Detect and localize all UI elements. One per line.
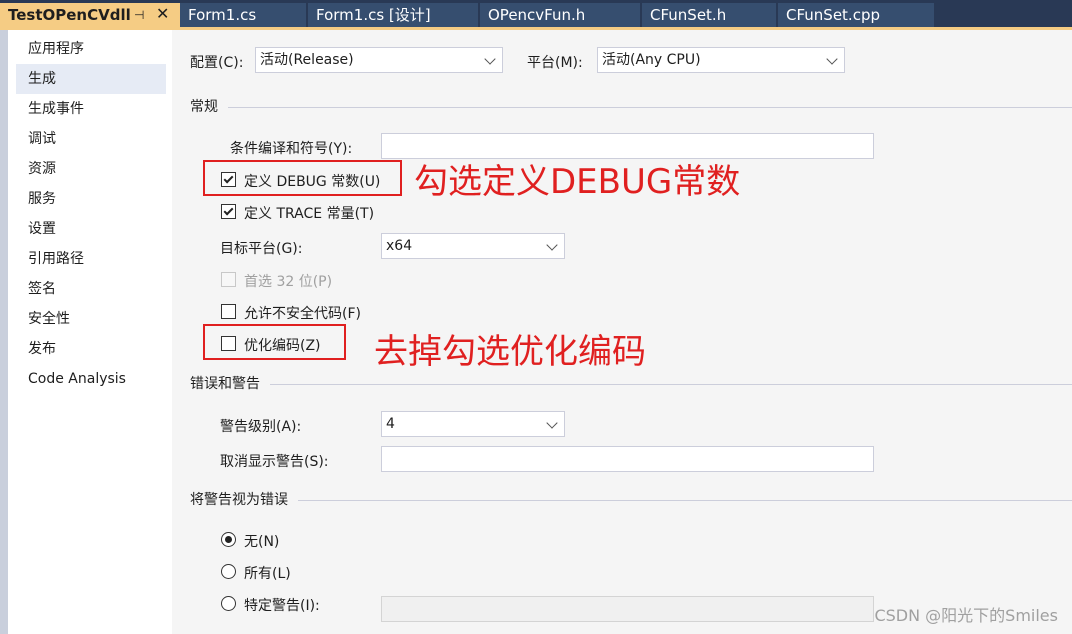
property-page-sidebar: 应用程序 生成 生成事件 调试 资源 服务 设置 引用路径 签名 安全性 发布 … (8, 30, 172, 634)
platform-value: 活动(Any CPU) (602, 52, 701, 68)
treat-warnings-all-radio[interactable] (221, 564, 236, 579)
warning-level-dropdown[interactable]: 4 (381, 411, 565, 437)
sidebar-item-code-analysis[interactable]: Code Analysis (16, 364, 166, 394)
close-icon[interactable]: ✕ (156, 3, 169, 26)
sidebar-item-settings[interactable]: 设置 (16, 214, 166, 244)
section-title: 错误和警告 (190, 374, 270, 394)
tab-testopencvdll[interactable]: TestOPenCVdll ⊣ ✕ (0, 3, 180, 30)
tab-cfunset-cpp[interactable]: CFunSet.cpp (778, 3, 934, 27)
target-platform-value: x64 (386, 238, 413, 254)
watermark: CSDN @阳光下的Smiles (874, 606, 1058, 625)
tab-label: Form1.cs (188, 6, 257, 24)
window-edge (0, 30, 8, 634)
tab-cfunset-h[interactable]: CFunSet.h (642, 3, 776, 27)
specific-warnings-input (381, 596, 874, 622)
warning-level-value: 4 (386, 416, 395, 432)
allow-unsafe-label: 允许不安全代码(F) (244, 306, 361, 322)
warning-level-label: 警告级别(A): (220, 419, 302, 435)
tab-label: CFunSet.h (650, 6, 727, 24)
sidebar-item-application[interactable]: 应用程序 (16, 34, 166, 64)
sidebar-item-publish[interactable]: 发布 (16, 334, 166, 364)
sidebar-item-build[interactable]: 生成 (16, 64, 166, 94)
section-divider (190, 384, 1072, 385)
prefer-32bit-label: 首选 32 位(P) (244, 274, 333, 290)
target-platform-label: 目标平台(G): (220, 241, 303, 257)
define-trace-label: 定义 TRACE 常量(T) (244, 206, 375, 222)
build-properties-panel: 配置(C): 活动(Release) 平台(M): 活动(Any CPU) 常规… (172, 30, 1072, 634)
tab-form1-designer[interactable]: Form1.cs [设计] (308, 3, 478, 27)
treat-warnings-none-label: 无(N) (244, 534, 280, 550)
sidebar-item-security[interactable]: 安全性 (16, 304, 166, 334)
section-errors-warnings: 错误和警告 (190, 374, 1072, 394)
annotation-optimize-note: 去掉勾选优化编码 (374, 332, 646, 372)
pin-icon[interactable]: ⊣ (134, 3, 144, 27)
tab-label: TestOPenCVdll (8, 6, 131, 24)
section-divider (190, 107, 1072, 108)
sidebar-item-services[interactable]: 服务 (16, 184, 166, 214)
highlight-box-debug (203, 160, 402, 196)
platform-label: 平台(M): (527, 55, 583, 71)
define-trace-checkbox[interactable] (221, 204, 236, 219)
prefer-32bit-checkbox (221, 272, 236, 287)
tab-form1-cs[interactable]: Form1.cs (180, 3, 306, 27)
highlight-box-optimize (203, 324, 346, 360)
sidebar-item-reference-paths[interactable]: 引用路径 (16, 244, 166, 274)
section-general: 常规 (190, 97, 1072, 117)
platform-dropdown[interactable]: 活动(Any CPU) (597, 47, 845, 73)
suppress-warnings-label: 取消显示警告(S): (220, 454, 329, 470)
treat-warnings-specific-label: 特定警告(I): (244, 598, 320, 614)
treat-warnings-none-radio[interactable] (221, 532, 236, 547)
sidebar-item-debug[interactable]: 调试 (16, 124, 166, 154)
treat-warnings-specific-radio[interactable] (221, 596, 236, 611)
tab-label: OPencvFun.h (488, 6, 586, 24)
annotation-debug-note: 勾选定义DEBUG常数 (414, 162, 741, 202)
radio-selected-dot (225, 536, 232, 543)
section-title: 常规 (190, 97, 228, 117)
sidebar-item-signing[interactable]: 签名 (16, 274, 166, 304)
target-platform-dropdown[interactable]: x64 (381, 233, 565, 259)
tab-label: CFunSet.cpp (786, 6, 880, 24)
tab-opencvfun-h[interactable]: OPencvFun.h (480, 3, 640, 27)
chevron-down-icon (546, 239, 558, 251)
config-dropdown[interactable]: 活动(Release) (255, 47, 503, 73)
check-mark-icon (223, 205, 234, 216)
treat-warnings-all-label: 所有(L) (244, 566, 291, 582)
section-divider (190, 500, 1072, 501)
chevron-down-icon (826, 53, 838, 65)
section-treat-warnings-as-errors: 将警告视为错误 (190, 490, 1072, 510)
conditional-symbols-label: 条件编译和符号(Y): (230, 141, 353, 157)
suppress-warnings-input[interactable] (381, 446, 874, 472)
config-label: 配置(C): (190, 55, 244, 71)
allow-unsafe-checkbox[interactable] (221, 304, 236, 319)
section-title: 将警告视为错误 (190, 490, 298, 510)
chevron-down-icon (546, 417, 558, 429)
document-tab-bar: TestOPenCVdll ⊣ ✕ Form1.cs Form1.cs [设计]… (0, 0, 1072, 30)
chevron-down-icon (484, 53, 496, 65)
config-value: 活动(Release) (260, 52, 354, 68)
sidebar-item-resources[interactable]: 资源 (16, 154, 166, 184)
tab-label: Form1.cs [设计] (316, 6, 431, 24)
sidebar-item-build-events[interactable]: 生成事件 (16, 94, 166, 124)
